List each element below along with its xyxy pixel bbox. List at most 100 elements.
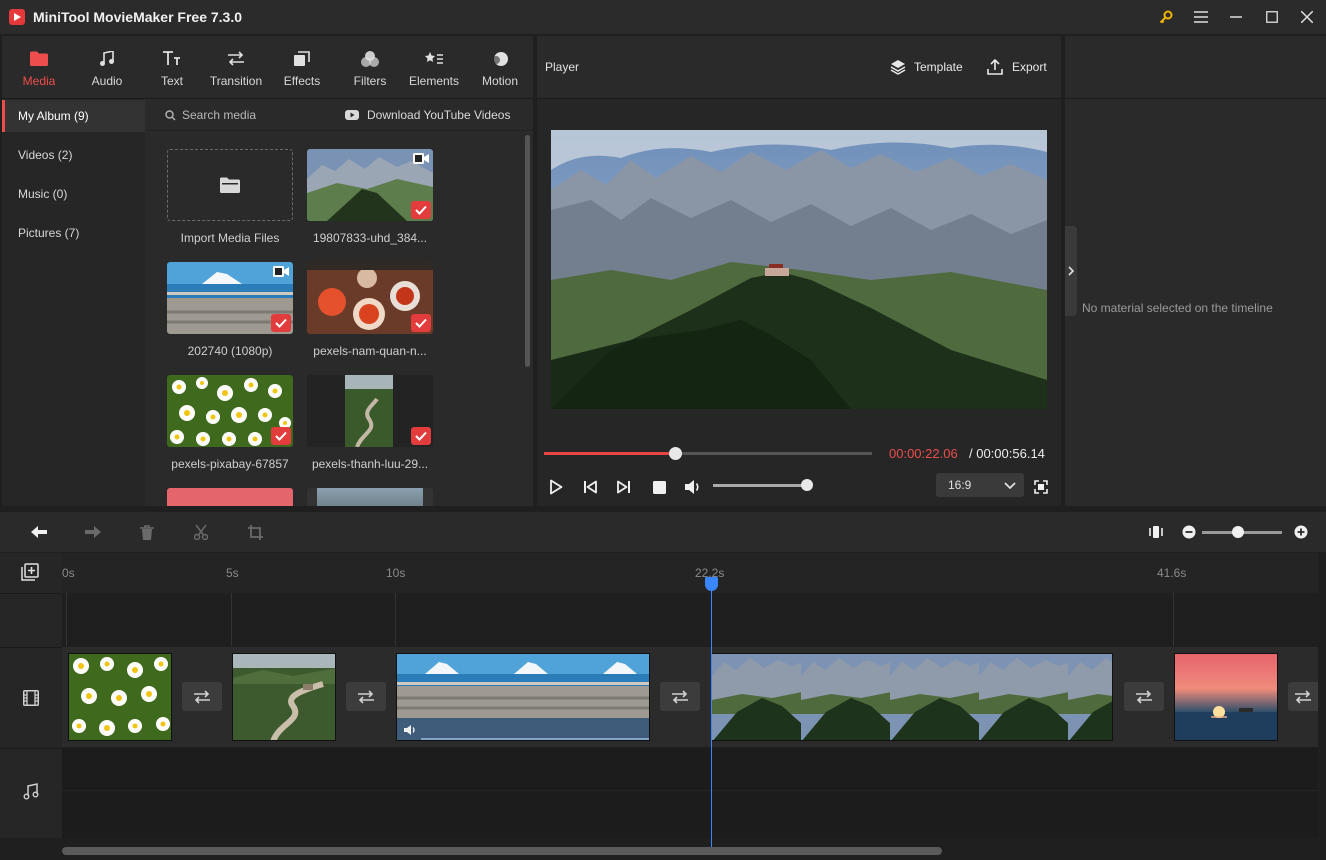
volume-slider[interactable] — [713, 479, 813, 491]
timeline-clip[interactable] — [711, 653, 1113, 741]
media-thumbnail[interactable] — [307, 375, 433, 447]
template-button[interactable]: Template — [890, 56, 963, 78]
tab-filters[interactable]: Filters — [348, 36, 392, 99]
timeline-clip[interactable] — [1174, 653, 1278, 741]
check-icon[interactable] — [411, 201, 431, 219]
media-thumbnail[interactable] — [167, 262, 293, 334]
undo-icon — [31, 526, 47, 538]
app-title: MiniTool MovieMaker Free 7.3.0 — [33, 9, 243, 25]
album-sidebar: My Album (9) Videos (2) Music (0) Pictur… — [2, 99, 145, 506]
playhead[interactable] — [711, 585, 712, 847]
transition-slot[interactable] — [182, 682, 222, 711]
menu-icon[interactable] — [1184, 0, 1218, 34]
zoom-knob[interactable] — [1232, 526, 1244, 538]
tab-label: Transition — [209, 73, 263, 88]
youtube-icon — [345, 110, 359, 120]
fit-timeline-button[interactable] — [1145, 521, 1167, 543]
check-icon[interactable] — [271, 427, 291, 445]
video-track[interactable] — [62, 647, 1318, 747]
tab-elements[interactable]: Elements — [406, 36, 462, 99]
media-thumbnail[interactable] — [307, 149, 433, 221]
grid-line — [1173, 593, 1174, 646]
music-track-icon — [23, 783, 39, 803]
tick-label: 0s — [62, 566, 75, 580]
undo-button[interactable] — [28, 521, 50, 543]
tab-transition[interactable]: Transition — [205, 36, 267, 99]
transition-icon — [227, 48, 245, 70]
media-scrollbar[interactable] — [525, 135, 530, 367]
zoom-slider[interactable] — [1202, 526, 1282, 538]
transition-slot[interactable] — [1124, 682, 1164, 711]
timeline-clip[interactable] — [232, 653, 336, 741]
album-music[interactable]: Music (0) — [2, 178, 145, 210]
delete-button[interactable] — [136, 521, 158, 543]
check-icon[interactable] — [271, 314, 291, 332]
download-youtube-button[interactable]: Download YouTube Videos — [345, 99, 531, 131]
check-icon[interactable] — [411, 314, 431, 332]
redo-button[interactable] — [82, 521, 104, 543]
play-button[interactable] — [545, 476, 567, 498]
check-icon[interactable] — [411, 427, 431, 445]
video-camera-icon — [413, 153, 429, 164]
zoom-out-button[interactable] — [1178, 521, 1200, 543]
timeline-ruler[interactable]: 0s 5s 10s 22.2s 41.6s — [62, 553, 1318, 593]
next-frame-button[interactable] — [613, 476, 635, 498]
album-videos[interactable]: Videos (2) — [2, 139, 145, 171]
media-label: 19807833-uhd_384... — [312, 231, 428, 245]
maximize-button[interactable] — [1255, 0, 1289, 34]
transition-slot[interactable] — [1288, 682, 1318, 711]
panel-collapse-button[interactable] — [1065, 226, 1077, 316]
key-icon[interactable] — [1149, 0, 1183, 34]
tab-effects[interactable]: Effects — [280, 36, 324, 99]
zoom-in-icon — [1294, 525, 1308, 539]
previous-frame-button[interactable] — [579, 476, 601, 498]
crop-button[interactable] — [244, 521, 266, 543]
search-input[interactable]: Search media — [147, 99, 333, 131]
music-track[interactable] — [62, 748, 1318, 838]
media-thumbnail[interactable] — [167, 375, 293, 447]
tab-media[interactable]: Media — [16, 36, 62, 99]
stop-button[interactable] — [648, 476, 670, 498]
add-track-button[interactable] — [21, 563, 39, 584]
minimize-button[interactable] — [1219, 0, 1253, 34]
split-button[interactable] — [190, 521, 212, 543]
music-note-icon — [99, 48, 115, 70]
export-button[interactable]: Export — [987, 56, 1047, 78]
volume-knob[interactable] — [801, 479, 813, 491]
volume-button[interactable] — [682, 476, 704, 498]
album-pictures[interactable]: Pictures (7) — [2, 217, 145, 249]
transition-icon — [1136, 689, 1152, 704]
tab-motion[interactable]: Motion — [478, 36, 522, 99]
media-label: pexels-thanh-luu-29... — [311, 457, 429, 471]
tab-audio[interactable]: Audio — [84, 36, 130, 99]
zoom-in-button[interactable] — [1290, 521, 1312, 543]
grid-line — [395, 593, 396, 646]
search-placeholder: Search media — [182, 108, 257, 122]
zoom-out-icon — [1182, 525, 1196, 539]
playhead-handle[interactable] — [705, 577, 718, 591]
import-media-card[interactable] — [167, 149, 293, 221]
media-label: 202740 (1080p) — [187, 344, 273, 358]
fullscreen-button[interactable] — [1030, 476, 1052, 498]
tab-text[interactable]: Text — [152, 36, 192, 99]
media-thumbnail[interactable] — [167, 488, 293, 506]
transition-slot[interactable] — [660, 682, 700, 711]
progress-fill — [544, 452, 676, 455]
album-my-album[interactable]: My Album (9) — [2, 100, 145, 132]
transition-slot[interactable] — [346, 682, 386, 711]
timeline-clip[interactable] — [396, 653, 650, 741]
video-camera-icon — [273, 266, 289, 277]
media-thumbnail[interactable] — [307, 262, 433, 334]
close-button[interactable] — [1290, 0, 1324, 34]
progress-slider[interactable] — [544, 447, 872, 460]
timeline-clip[interactable] — [68, 653, 172, 741]
aspect-ratio-select[interactable]: 16:9 — [936, 473, 1024, 497]
transition-icon — [358, 689, 374, 704]
timeline-scrollbar[interactable] — [62, 847, 942, 855]
overlay-track[interactable] — [62, 593, 1318, 646]
media-thumbnail[interactable] — [307, 488, 433, 506]
video-preview[interactable] — [551, 130, 1047, 409]
player-panel: Player Template Export 00:00:22.06 / 00:… — [537, 36, 1061, 506]
crop-icon — [247, 524, 263, 540]
progress-knob[interactable] — [669, 447, 683, 460]
